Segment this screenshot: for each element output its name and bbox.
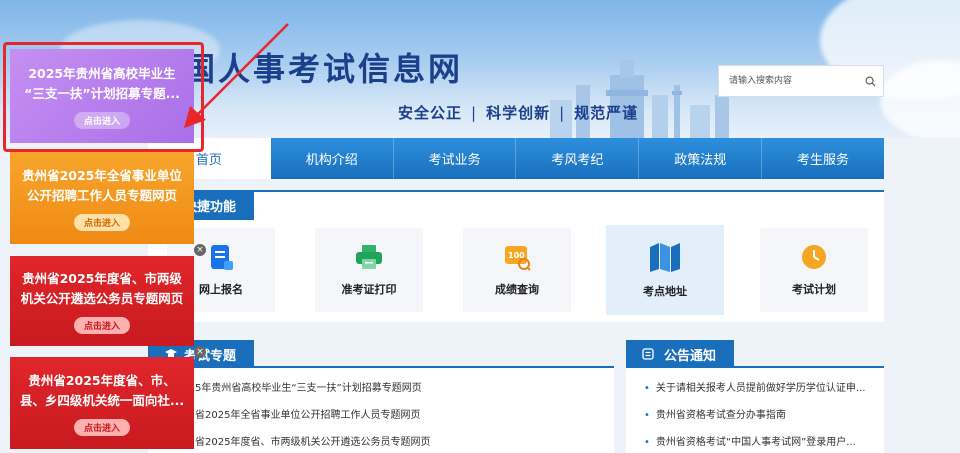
search-input[interactable] — [719, 66, 857, 96]
promo-card-civil-servant-selection[interactable]: 贵州省2025年度省、市两级 机关公开遴选公务员专题网页 点击进入 — [10, 256, 194, 346]
nav-item-exam-business[interactable]: 考试业务 — [394, 138, 517, 179]
map-icon — [648, 241, 682, 273]
slogan-item: 规范严谨 — [574, 104, 639, 122]
clock-icon — [800, 243, 828, 271]
notice-item[interactable]: • 贵州省资格考试“中国人事考试网”登录用户... — [644, 433, 856, 448]
promo-card-public-institution[interactable]: 贵州省2025年全省事业单位 公开招聘工作人员专题网页 点击进入 — [10, 152, 194, 244]
nav-item-policy[interactable]: 政策法规 — [639, 138, 763, 179]
promo-enter-button[interactable]: 点击进入 — [74, 111, 130, 129]
promo-enter-button[interactable]: 点击进入 — [74, 316, 130, 334]
promo-line: 公开招聘工作人员专题网页 — [26, 187, 177, 203]
nav-item-candidate-service[interactable]: 考生服务 — [762, 138, 884, 179]
quick-card-label: 网上报名 — [199, 283, 243, 296]
promo-line: 机关公开遴选公务员专题网页 — [20, 290, 184, 306]
notice-icon — [642, 348, 654, 360]
promo-line: 贵州省2025年全省事业单位 — [22, 167, 182, 183]
notices-title-text: 公告通知 — [664, 348, 717, 364]
bullet: • — [644, 437, 650, 448]
promo-line: 县、乡四级机关统一面向社... — [19, 392, 185, 408]
quick-card-label: 考试计划 — [792, 283, 836, 296]
topic-link[interactable]: 5年贵州省高校毕业生“三支一扶”计划招募专题网页 — [195, 379, 422, 394]
notice-item[interactable]: • 关于请相关报考人员提前做好学历学位认证申... — [644, 379, 865, 394]
quick-card-label: 准考证打印 — [341, 283, 397, 296]
slogan-item: 安全公正 — [398, 104, 463, 122]
printer-icon — [355, 243, 383, 271]
promo-line: 贵州省2025年度省、市、 — [28, 372, 176, 388]
promo-card-four-level-exam[interactable]: 贵州省2025年度省、市、 县、乡四级机关统一面向社... 点击进入 — [10, 357, 194, 449]
promo-enter-button[interactable]: 点击进入 — [74, 213, 130, 231]
slogan-separator: | — [559, 104, 566, 122]
city-skyline-illustration — [550, 60, 729, 138]
online-register-icon — [207, 243, 235, 271]
notice-link-text[interactable]: 关于请相关报考人员提前做好学历学位认证申... — [656, 383, 866, 394]
slogan: 安全公正 | 科学创新 | 规范严谨 — [398, 102, 638, 123]
close-icon[interactable]: × — [194, 244, 206, 256]
promo-line: “三支一扶”计划招募专题... — [24, 85, 180, 101]
topic-link[interactable]: 省2025年度省、市两级机关公开遴选公务员专题网页 — [195, 433, 430, 448]
search-box — [718, 65, 884, 97]
quick-card-exam-plan[interactable]: 考试计划 — [760, 228, 868, 312]
bullet: • — [644, 383, 650, 394]
promo-line: 2025年贵州省高校毕业生 — [28, 65, 176, 81]
search-icon[interactable] — [857, 66, 883, 96]
page: 国人事考试信息网 安全公正 | 科学创新 | 规范严谨 首页 机构介绍 考试业务 考风考… — [0, 0, 960, 453]
promo-line: 贵州省2025年度省、市两级 — [22, 270, 182, 286]
slogan-item: 科学创新 — [486, 104, 551, 122]
score-query-icon: 100 — [503, 243, 531, 271]
notice-item[interactable]: • 贵州省资格考试查分办事指南 — [644, 406, 786, 421]
main-nav: 首页 机构介绍 考试业务 考风考纪 政策法规 考生服务 — [148, 138, 884, 179]
site-title: 国人事考试信息网 — [183, 50, 464, 88]
notice-link-text[interactable]: 贵州省资格考试查分办事指南 — [656, 410, 786, 421]
promo-enter-button[interactable]: 点击进入 — [74, 418, 130, 436]
notice-link-text[interactable]: 贵州省资格考试“中国人事考试网”登录用户... — [656, 437, 856, 448]
quick-card-admission-print[interactable]: 准考证打印 — [315, 228, 423, 312]
close-icon[interactable]: × — [194, 346, 206, 358]
quick-card-score-query[interactable]: 100 成绩查询 — [463, 228, 571, 312]
topic-link[interactable]: 省2025年全省事业单位公开招聘工作人员专题网页 — [195, 406, 420, 421]
nav-item-exam-discipline[interactable]: 考风考纪 — [516, 138, 640, 179]
slogan-separator: | — [471, 104, 478, 122]
bullet: • — [644, 410, 650, 421]
quick-card-exam-location[interactable]: 考点地址 — [606, 225, 724, 315]
nav-item-about[interactable]: 机构介绍 — [271, 138, 394, 179]
promo-card-sanzhiyifu[interactable]: 2025年贵州省高校毕业生 “三支一扶”计划招募专题... 点击进入 — [10, 49, 194, 143]
notices-title: 公告通知 — [626, 340, 734, 368]
quick-card-label: 成绩查询 — [495, 283, 539, 296]
quick-card-label: 考点地址 — [643, 285, 687, 298]
